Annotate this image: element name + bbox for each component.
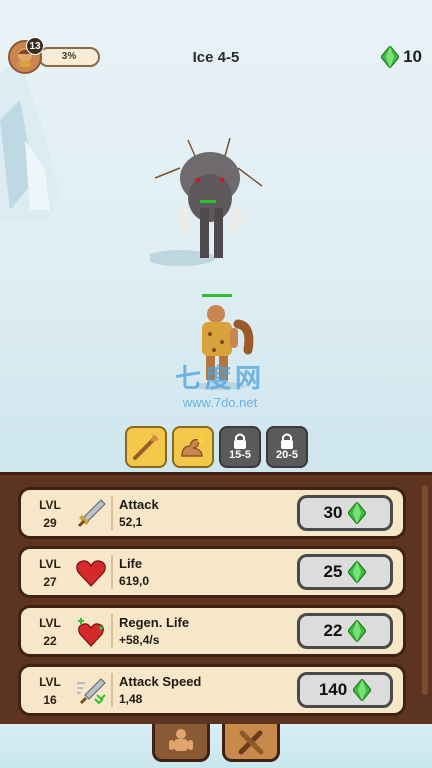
upgrade-level: 27 [43,575,57,589]
player-level-badge: 13 [26,37,44,55]
lock-icon [234,433,246,449]
crossed-clubs-icon [238,730,264,754]
upgrade-card-attack-speed: LVL 16 Attack Speed 1,48 140 [18,664,406,716]
game-scene: 七度网 www.7do.net [0,0,432,472]
upgrade-cost: 140 [318,680,348,699]
upgrade-card-attack: LVL 29 Attack 52,1 30 [18,487,406,539]
upgrade-name: Regen. Life [119,615,190,630]
gem-icon [353,679,372,701]
upgrade-level: 22 [43,634,57,648]
upgrade-card-life: LVL 27 Life 619,0 25 [18,546,406,598]
upgrade-cost: 30 [323,503,343,522]
upgrade-panel: LVL 29 Attack 52,1 30 LVL 27 Life 619,0 … [0,472,432,724]
watermark-main: 七度网 [174,364,265,394]
buy-life-button[interactable]: 25 [297,554,393,590]
upgrade-cost: 25 [323,562,343,581]
heart-icon [76,560,106,587]
gem-icon [348,620,367,642]
mammoth-enemy [150,138,263,266]
locked-skill-button-2[interactable]: 20-5 [266,426,308,468]
flexed-arm-icon [181,434,205,457]
upgrade-lvl-label: LVL [39,616,61,630]
upgrade-value: 1,48 [119,692,143,706]
buy-attack-speed-button[interactable]: 140 [297,672,393,708]
gem-icon [348,561,367,583]
attack-speed-icon [77,678,106,705]
upgrade-lvl-label: LVL [39,557,61,571]
lock-icon [281,433,293,449]
regen-heart-icon [78,618,104,647]
locked-skill-button-1[interactable]: 15-5 [219,426,261,468]
skill-bar: 15-5 20-5 [125,426,308,468]
sword-icon [77,499,106,528]
upgrade-value: 619,0 [119,574,150,588]
upgrade-value: +58,4/s [119,633,160,647]
gem-icon [348,502,367,524]
bottom-nav [0,724,432,768]
buy-regen-life-button[interactable]: 22 [297,613,393,649]
locked-skill-label-2: 20-5 [275,449,299,461]
locked-skill-label-1: 15-5 [228,449,252,461]
upgrade-lvl-label: LVL [39,498,61,512]
gem-icon [381,46,400,68]
weapon-skill-button[interactable] [125,426,167,468]
weapons-tab[interactable] [222,724,280,762]
upgrade-name: Attack Speed [119,674,202,689]
watermark-sub: www.7do.net [182,395,258,410]
upgrade-value: 52,1 [119,515,143,529]
upgrade-cost: 22 [323,621,343,640]
upgrade-level: 16 [43,693,57,707]
upgrade-name: Attack [119,497,159,512]
hero-tab[interactable] [152,724,210,762]
level-title: Ice 4-5 [192,49,240,66]
spear-icon [133,434,159,460]
xp-progress-bar: 3% [38,47,100,67]
upgrade-card-regen-life: LVL 22 Regen. Life +58,4/s 22 [18,605,406,657]
ice-glacier [0,60,60,220]
gem-count: 10 [403,47,422,66]
upgrade-name: Life [119,556,143,571]
xp-percent: 3% [61,51,77,62]
upgrade-level: 29 [43,516,57,530]
upgrade-scrollbar[interactable] [422,485,428,695]
strength-skill-button[interactable] [172,426,214,468]
gem-counter: 10 [381,46,422,68]
watermark: 七度网 www.7do.net [160,358,280,410]
upgrade-lvl-label: LVL [39,675,61,689]
caveman-icon [169,728,193,751]
buy-attack-button[interactable]: 30 [297,495,393,531]
